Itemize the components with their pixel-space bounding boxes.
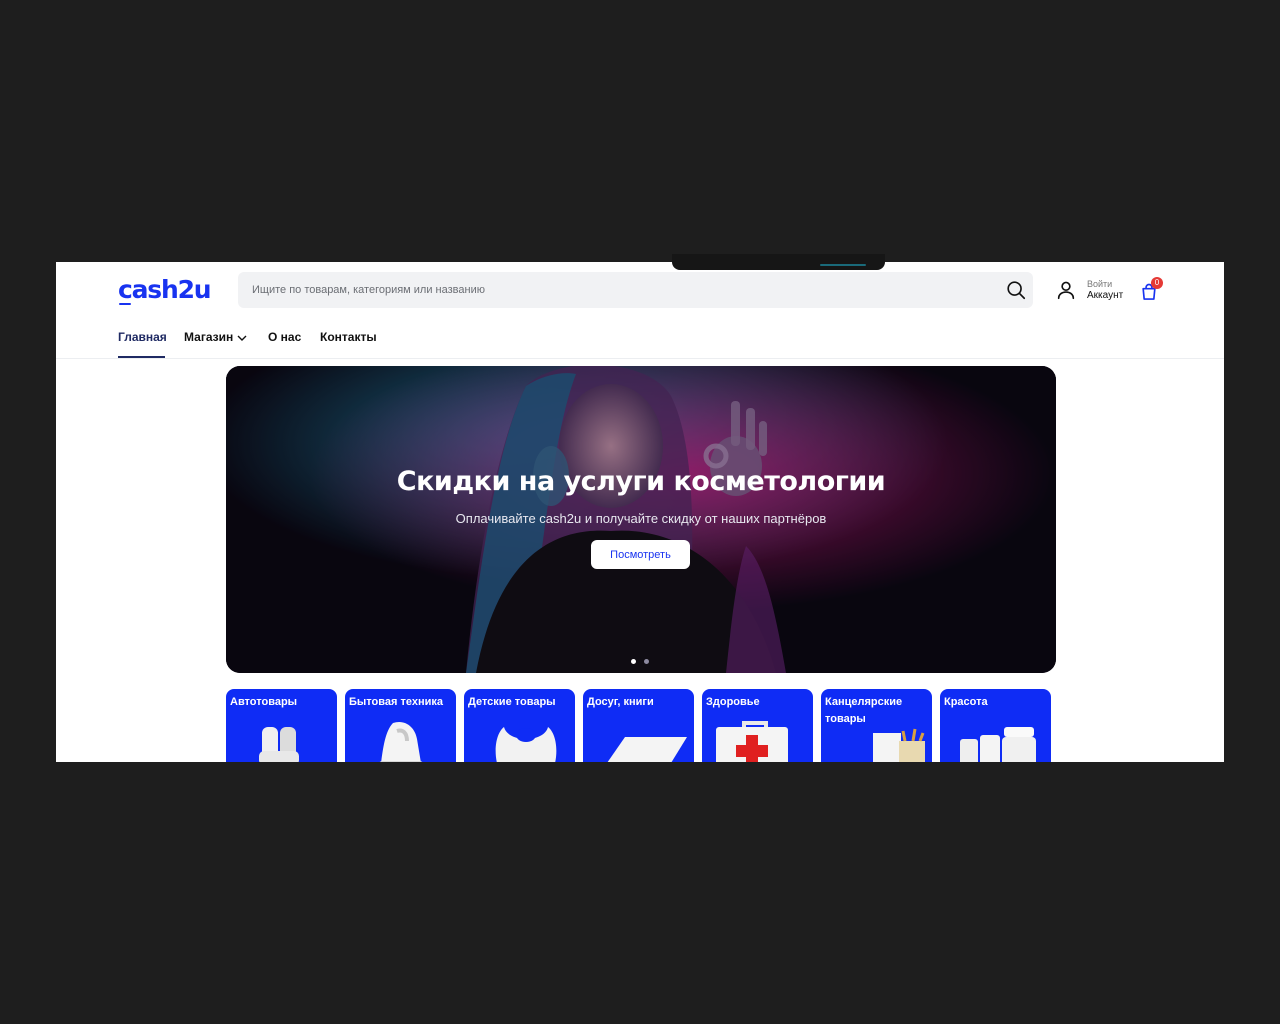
first-aid-kit-icon [716,721,788,762]
cart-count-badge: 0 [1151,277,1163,289]
nav-item-contacts[interactable]: Контакты [320,330,377,344]
user-icon [1057,281,1075,300]
category-card-kids[interactable]: Детские товары [464,689,575,762]
cash2u-logo[interactable]: cash2u [118,275,212,304]
category-card-health[interactable]: Здоровье [702,689,813,762]
logo-accent [119,303,131,305]
category-label: Здоровье [706,696,760,708]
hero-title: Скидки на услуги косметологии [396,466,886,497]
nav-item-shop[interactable]: Магазин [184,330,247,344]
category-card-stationery[interactable]: Канцелярские товары [821,689,932,762]
category-label: Детские товары [468,696,556,708]
baby-bib-icon [495,727,557,762]
search-bar [238,272,1033,308]
carousel-dot-active[interactable] [631,659,636,664]
search-icon[interactable] [1005,279,1027,301]
hero-banner[interactable]: Скидки на услуги косметологии Оплачивайт… [226,366,1056,673]
account-button[interactable]: Войти Аккаунт [1055,276,1135,306]
category-card-auto[interactable]: Автотовары [226,689,337,762]
category-label: Бытовая техника [349,696,443,708]
stationery-icon [873,728,925,762]
chevron-down-icon [237,335,247,341]
account-label: Аккаунт [1087,290,1124,301]
nav-item-label: Магазин [184,330,234,344]
cart-button[interactable]: 0 [1139,277,1169,307]
browser-notch [672,254,885,270]
carousel-dot[interactable] [644,659,649,664]
web-page: cash2u Войти Аккаунт 0 Главная Магазин [56,262,1224,762]
category-label: Автотовары [230,696,298,708]
category-label: Досуг, книги [587,696,654,708]
nav-item-label: Контакты [320,330,377,344]
car-seats-icon [259,727,299,762]
login-label: Войти [1087,279,1113,289]
iron-icon [379,722,423,762]
cosmetics-jars-icon [960,727,1036,762]
nav-item-label: Главная [118,330,167,344]
header-divider [56,358,1224,359]
nav-item-label: О нас [268,330,302,344]
nav-item-home[interactable]: Главная [118,330,167,358]
book-icon [607,737,687,762]
category-strip: Автотовары Бытовая техника Детские товар… [226,689,1056,762]
category-card-beauty[interactable]: Красота [940,689,1051,762]
search-input[interactable] [238,272,992,308]
hero-subtitle: Оплачивайте cash2u и получайте скидку от… [455,511,827,526]
hero-view-button[interactable]: Посмотреть [591,540,690,569]
category-card-leisure[interactable]: Досуг, книги [583,689,694,762]
category-card-appliances[interactable]: Бытовая техника [345,689,456,762]
nav-item-about[interactable]: О нас [268,330,301,344]
category-label: Красота [944,696,988,708]
